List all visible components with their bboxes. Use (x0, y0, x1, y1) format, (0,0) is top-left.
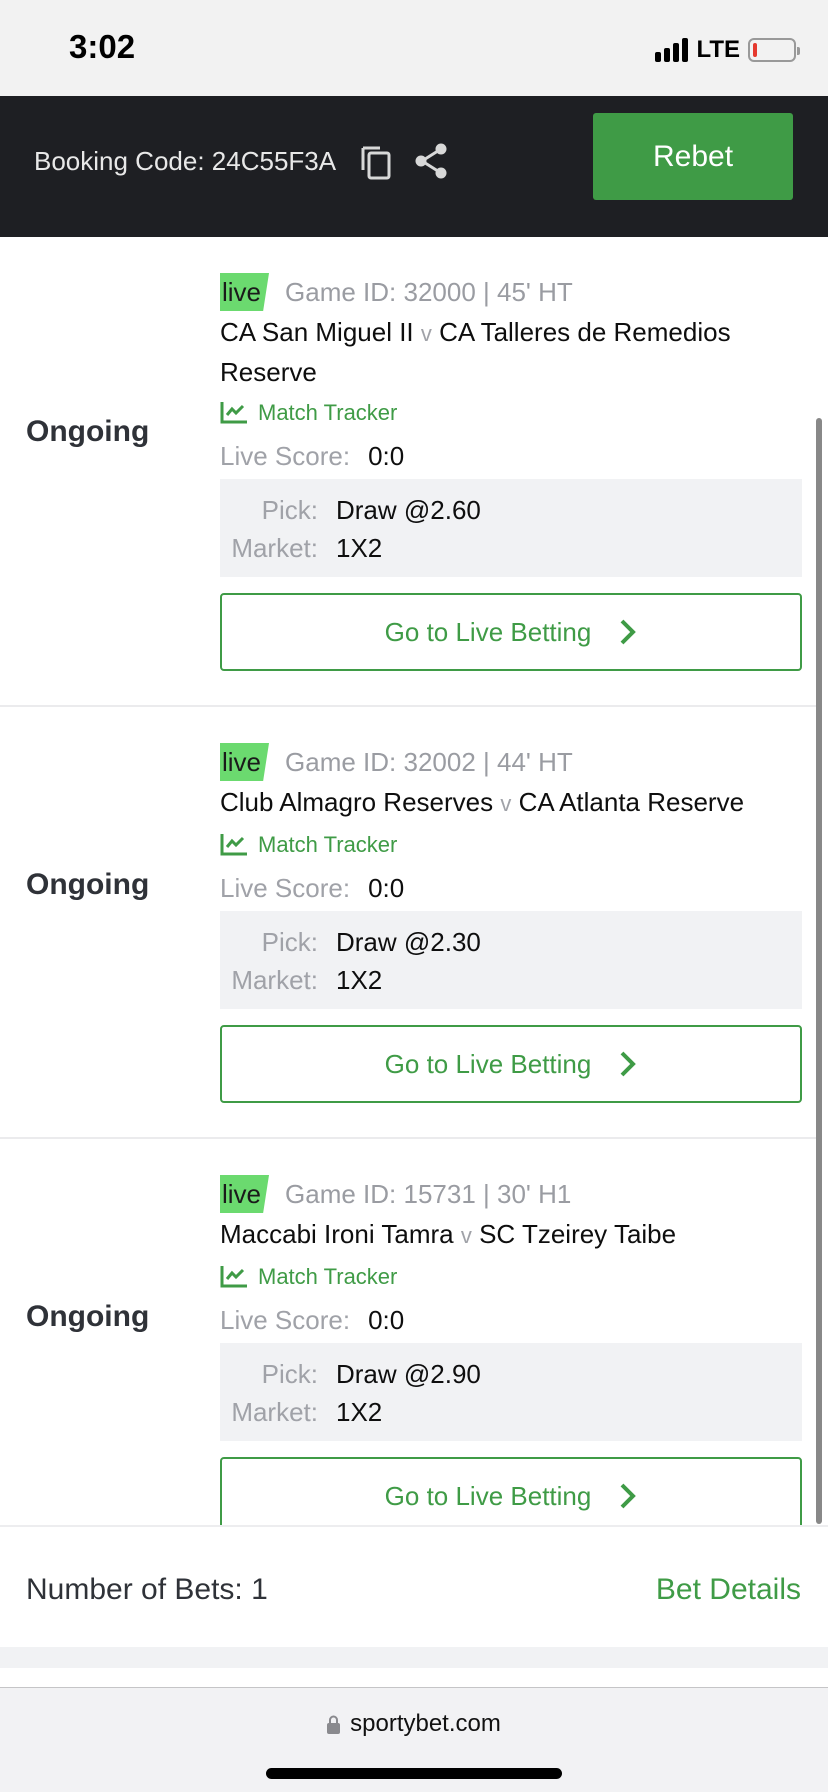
pick-label: Pick: (261, 1358, 318, 1389)
live-badge: live (220, 273, 270, 311)
match-item: Ongoing live Game ID: 15731 | 30' H1 Mac… (0, 1139, 820, 1571)
share-icon[interactable] (414, 142, 448, 180)
market-value: 1X2 (336, 532, 383, 563)
match-tracker-link[interactable]: Match Tracker (220, 825, 802, 865)
live-score-value: 0:0 (368, 1304, 405, 1335)
pick-value: Draw @2.90 (336, 1358, 481, 1389)
game-info: Game ID: 15731 | 30' H1 (285, 1178, 572, 1209)
versus-label: v (500, 791, 512, 816)
chevron-right-icon (620, 1483, 637, 1509)
match-item: Ongoing live Game ID: 32002 | 44' HT Clu… (0, 707, 820, 1139)
status-bar: 3:02 LTE (0, 0, 828, 96)
live-badge: live (220, 743, 270, 781)
live-score-label: Live Score: (220, 440, 351, 471)
bet-details-link[interactable]: Bet Details (656, 1573, 801, 1607)
match-status: Ongoing (26, 868, 150, 901)
home-team: CA San Miguel II (220, 317, 414, 347)
away-team: SC Tzeirey Taibe (479, 1219, 677, 1249)
chevron-right-icon (620, 1051, 637, 1077)
pick-value: Draw @2.30 (336, 926, 481, 957)
match-item: Ongoing live Game ID: 32000 | 45' HT CA … (0, 237, 820, 707)
match-tracker-label: Match Tracker (258, 832, 398, 857)
pick-value: Draw @2.60 (336, 494, 481, 525)
copy-icon[interactable] (360, 144, 392, 180)
lock-icon (327, 1715, 341, 1734)
booking-header: Booking Code: 24C55F3A Rebet (0, 96, 828, 237)
url-text: sportybet.com (350, 1710, 501, 1737)
market-label: Market: (231, 964, 318, 995)
market-value: 1X2 (336, 1396, 383, 1427)
status-time: 3:02 (69, 28, 136, 65)
live-betting-label: Go to Live Betting (384, 1480, 592, 1511)
versus-label: v (460, 1223, 472, 1248)
scrollbar[interactable] (816, 418, 822, 1524)
live-betting-label: Go to Live Betting (384, 1048, 592, 1079)
url-field[interactable]: sportybet.com (0, 1710, 828, 1738)
pick-label: Pick: (261, 494, 318, 525)
battery-icon (748, 38, 800, 62)
go-to-live-betting-button[interactable]: Go to Live Betting (220, 1457, 802, 1535)
pick-box: Pick: Draw @2.30 Market: 1X2 (220, 911, 802, 1009)
match-teams: CA San Miguel II v CA Talleres de Remedi… (220, 313, 802, 391)
live-score-label: Live Score: (220, 1304, 351, 1335)
match-teams: Maccabi Ironi Tamra v SC Tzeirey Taibe (220, 1215, 802, 1255)
number-of-bets: Number of Bets: 1 (26, 1573, 268, 1606)
live-score-value: 0:0 (368, 440, 405, 471)
browser-address-bar: sportybet.com (0, 1687, 828, 1792)
market-label: Market: (231, 1396, 318, 1427)
market-value: 1X2 (336, 964, 383, 995)
match-teams: Club Almagro Reserves v CA Atlanta Reser… (220, 783, 802, 823)
game-info: Game ID: 32002 | 44' HT (285, 746, 573, 777)
chart-line-icon (220, 1266, 247, 1288)
network-label: LTE (696, 36, 740, 63)
versus-label: v (420, 321, 432, 346)
match-status: Ongoing (26, 1300, 150, 1333)
live-score-label: Live Score: (220, 872, 351, 903)
status-indicators: LTE (655, 36, 800, 64)
booking-code: Booking Code: 24C55F3A (34, 146, 337, 176)
chart-line-icon (220, 834, 247, 856)
signal-icon (655, 38, 689, 62)
live-badge: live (220, 1175, 270, 1213)
away-team: CA Atlanta Reserve (518, 787, 745, 817)
match-tracker-label: Match Tracker (258, 400, 398, 425)
pick-box: Pick: Draw @2.60 Market: 1X2 (220, 479, 802, 577)
match-list: Ongoing live Game ID: 32000 | 45' HT CA … (0, 237, 820, 1571)
live-betting-label: Go to Live Betting (384, 616, 592, 647)
go-to-live-betting-button[interactable]: Go to Live Betting (220, 1025, 802, 1103)
section-divider (0, 1647, 828, 1668)
home-team: Maccabi Ironi Tamra (220, 1219, 454, 1249)
match-tracker-link[interactable]: Match Tracker (220, 1257, 802, 1297)
match-tracker-link[interactable]: Match Tracker (220, 393, 802, 433)
pick-box: Pick: Draw @2.90 Market: 1X2 (220, 1343, 802, 1441)
chevron-right-icon (620, 619, 637, 645)
home-team: Club Almagro Reserves (220, 787, 494, 817)
game-info: Game ID: 32000 | 45' HT (285, 276, 573, 307)
pick-label: Pick: (261, 926, 318, 957)
rebet-button[interactable]: Rebet (593, 113, 793, 200)
live-score-value: 0:0 (368, 872, 405, 903)
match-status: Ongoing (26, 415, 150, 448)
match-tracker-label: Match Tracker (258, 1264, 398, 1289)
home-indicator[interactable] (266, 1768, 562, 1779)
chart-line-icon (220, 402, 247, 424)
bet-summary: Number of Bets: 1 Bet Details (0, 1525, 828, 1647)
go-to-live-betting-button[interactable]: Go to Live Betting (220, 593, 802, 671)
market-label: Market: (231, 532, 318, 563)
